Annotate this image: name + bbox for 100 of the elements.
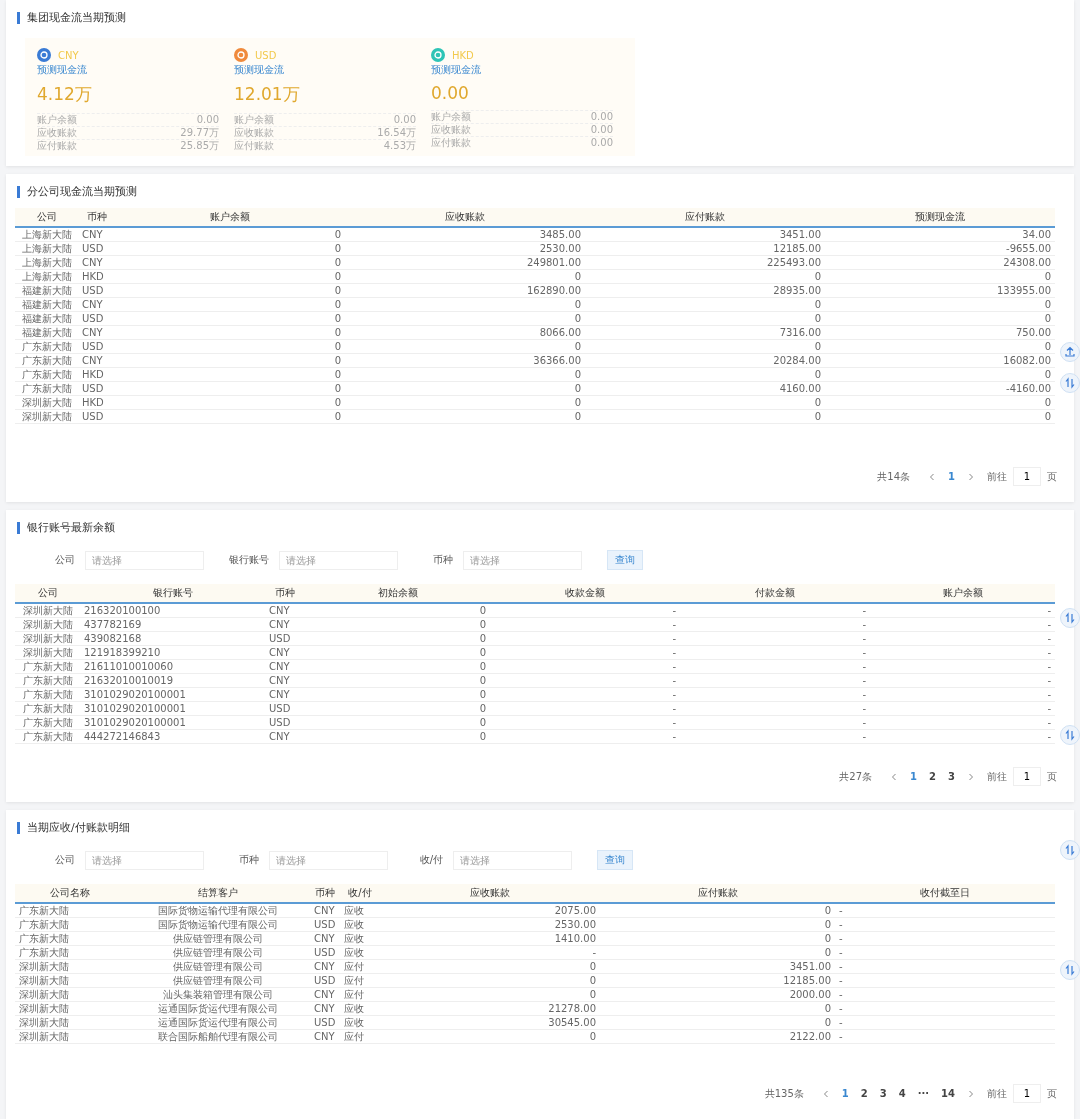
column-header: 币种 [78, 208, 115, 227]
select-field[interactable]: 请选择 [463, 550, 582, 570]
table-cell: 2122.00 [789, 1030, 831, 1042]
table-cell: 21278.00 [548, 1002, 596, 1014]
next-page-icon[interactable] [967, 1089, 975, 1098]
swap-icon[interactable] [1060, 840, 1080, 860]
table-cell: 3451.00 [779, 228, 821, 240]
table-cell: 深圳新大陆 [19, 1002, 69, 1014]
table-cell: 2000.00 [789, 988, 831, 1000]
page-input[interactable]: 1 [1013, 467, 1041, 486]
table-cell: 0 [334, 256, 341, 268]
table-cell: - [862, 716, 866, 728]
swap-icon[interactable] [1060, 373, 1080, 393]
table-cell: 2530.00 [554, 918, 596, 930]
table-cell: - [1047, 702, 1051, 714]
table-cell: 深圳新大陆 [21, 396, 72, 408]
table-cell: 0 [1044, 368, 1051, 380]
table-cell: USD [269, 702, 291, 714]
table-cell: 广东新大陆 [19, 946, 69, 958]
page-number[interactable]: 14 [941, 1088, 955, 1099]
table-cell: 广东新大陆 [22, 688, 73, 700]
filter-label: 币种 [432, 553, 453, 567]
page-number[interactable]: 1 [910, 771, 918, 782]
table-cell: 20284.00 [773, 354, 821, 366]
table-cell: 12185.00 [773, 242, 821, 254]
table-cell: - [862, 660, 866, 672]
currency-code: CNY [58, 49, 79, 61]
section-title: 分公司现金流当期预测 [17, 186, 137, 198]
table-cell: 437782169 [84, 618, 142, 630]
table-cell: - [839, 904, 843, 916]
table-cell: - [839, 932, 843, 944]
table-cell: 应收 [344, 1002, 364, 1014]
card-label: 预测现金流 [37, 63, 88, 77]
table-cell: 0 [334, 396, 341, 408]
table-cell: - [839, 988, 843, 1000]
page-number[interactable]: 3 [879, 1088, 887, 1099]
table-cell: 应收 [344, 946, 364, 958]
upload-icon[interactable] [1060, 342, 1080, 362]
next-page-icon[interactable] [967, 472, 975, 481]
table-cell: 上海新大陆 [21, 270, 72, 282]
swap-icon[interactable] [1060, 608, 1080, 628]
column-header: 币种 [310, 884, 340, 903]
card-label: 预测现金流 [431, 63, 482, 77]
table-cell: - [672, 632, 676, 644]
table-cell: 广东新大陆 [22, 716, 73, 728]
prev-page-icon[interactable] [821, 1089, 830, 1098]
row-value: 0.00 [590, 111, 613, 123]
table-cell: 0 [574, 298, 581, 310]
next-page-icon[interactable] [967, 772, 975, 781]
page-number[interactable]: ··· [917, 1088, 930, 1099]
table-cell: 广东新大陆 [22, 660, 73, 672]
table-cell: CNY [269, 618, 290, 630]
select-field[interactable]: 请选择 [269, 850, 388, 870]
select-field[interactable]: 请选择 [85, 850, 204, 870]
query-button[interactable]: 查询 [607, 550, 643, 570]
table-cell: -4160.00 [1006, 382, 1051, 394]
table-cell: 深圳新大陆 [22, 604, 73, 616]
table-cell: CNY [314, 960, 335, 972]
page-number[interactable]: 3 [948, 771, 955, 782]
table-cell: 深圳新大陆 [19, 988, 69, 1000]
forecast-amount: 0.00 [431, 83, 470, 103]
table-cell: 439082168 [84, 632, 142, 644]
table-cell: 上海新大陆 [21, 256, 72, 268]
page-number[interactable]: 2 [860, 1088, 868, 1099]
table-cell: 216320100100 [84, 604, 161, 616]
prev-page-icon[interactable] [928, 472, 937, 481]
table-cell: 深圳新大陆 [22, 618, 73, 630]
table-cell: CNY [314, 904, 335, 916]
table-cell: 0 [334, 382, 341, 394]
page-number[interactable]: 1 [948, 471, 955, 482]
page-number[interactable]: 1 [841, 1088, 849, 1099]
prev-page-icon[interactable] [890, 772, 899, 781]
page-input[interactable]: 1 [1013, 1084, 1041, 1103]
table-cell: - [672, 660, 676, 672]
page-number[interactable]: 4 [898, 1088, 906, 1099]
table-cell: USD [82, 382, 104, 394]
table-cell: 供应链管理有限公司 [172, 932, 263, 944]
swap-icon[interactable] [1060, 725, 1080, 745]
select-field[interactable]: 请选择 [453, 850, 572, 870]
table-cell: 0 [1044, 298, 1051, 310]
select-field[interactable]: 请选择 [279, 550, 398, 570]
page-input[interactable]: 1 [1013, 767, 1041, 786]
query-button[interactable]: 查询 [597, 850, 633, 870]
table-cell: 12185.00 [783, 974, 831, 986]
table-cell: - [1047, 618, 1051, 630]
table-cell: 深圳新大陆 [19, 960, 69, 972]
page-suffix: 页 [1047, 469, 1057, 484]
section-title: 银行账号最新余额 [17, 522, 115, 534]
table-cell: 0 [574, 312, 581, 324]
table-cell: 24308.00 [1003, 256, 1051, 268]
table-cell: 0 [574, 340, 581, 352]
swap-icon[interactable] [1060, 960, 1080, 980]
table-cell: 3101029020100001 [84, 688, 186, 700]
total-count: 共14条 [877, 469, 911, 484]
table-cell: 广东新大陆 [21, 340, 72, 352]
table-cell: CNY [269, 660, 290, 672]
select-field[interactable]: 请选择 [85, 550, 204, 570]
page-number[interactable]: 2 [929, 771, 937, 782]
row-value: 0.00 [393, 114, 416, 126]
table-cell: -9655.00 [1006, 242, 1051, 254]
